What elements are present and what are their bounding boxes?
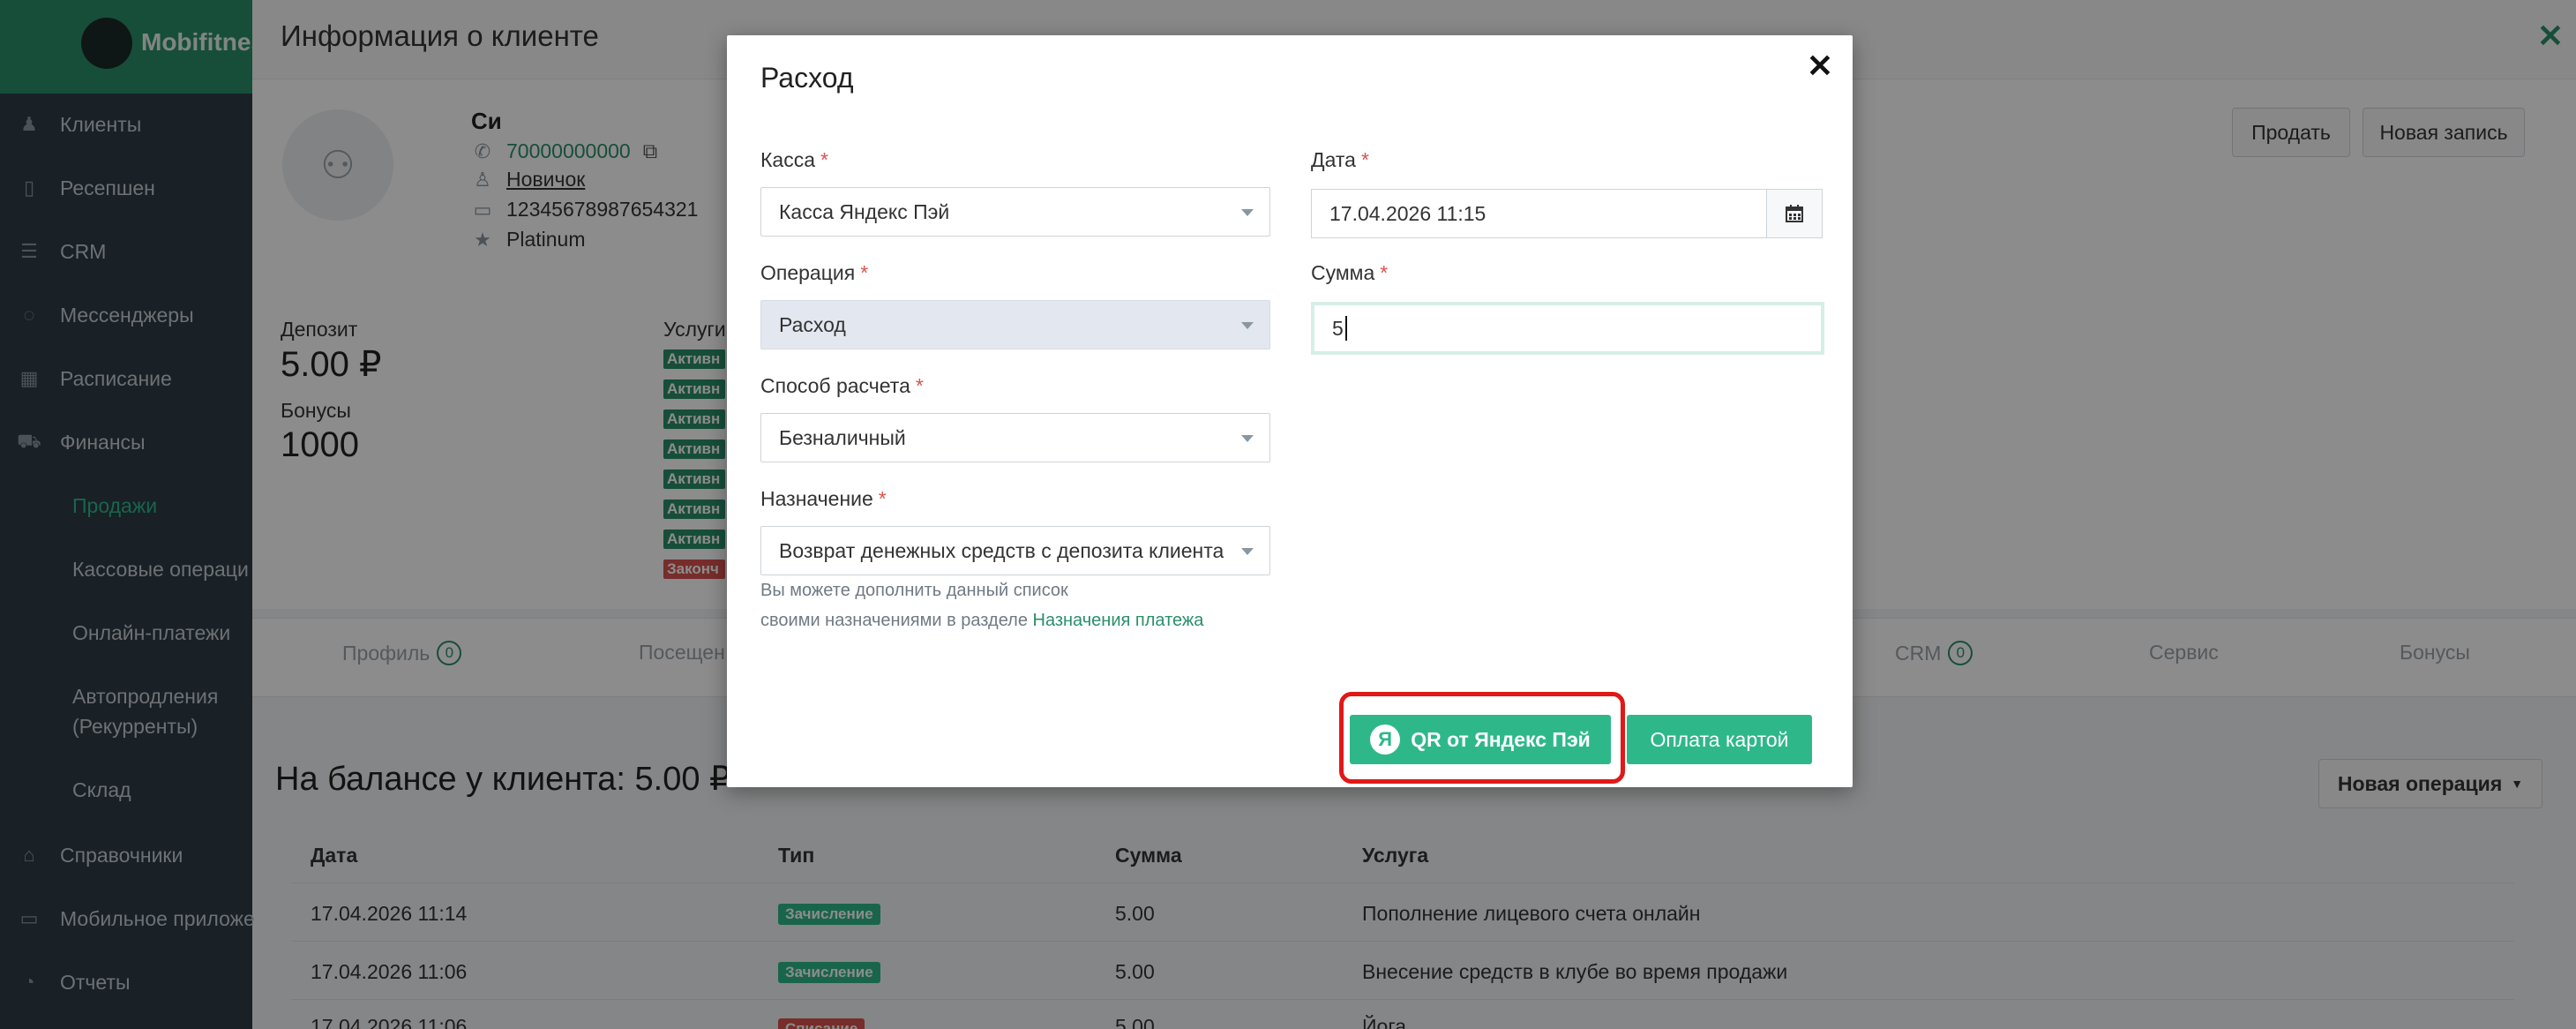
required-mark: * bbox=[1380, 261, 1389, 284]
caret-down-icon bbox=[1241, 322, 1254, 329]
highlight-frame bbox=[1339, 692, 1625, 784]
sum-input[interactable]: 5 bbox=[1311, 302, 1824, 355]
text-cursor bbox=[1344, 316, 1347, 341]
purpose-select[interactable]: Возврат денежных средств с депозита клие… bbox=[760, 526, 1270, 575]
select-value: Касса Яндекс Пэй bbox=[779, 199, 950, 223]
payment-purposes-link[interactable]: Назначения платежа bbox=[1033, 611, 1204, 630]
sum-value: 5 bbox=[1332, 316, 1344, 340]
purpose-label: Назначение * bbox=[760, 487, 887, 511]
label-text: Операция bbox=[760, 261, 856, 284]
caret-down-icon bbox=[1241, 548, 1254, 555]
label-text: Дата bbox=[1311, 148, 1356, 171]
purpose-hint-line1: Вы можете дополнить данный список bbox=[760, 581, 1068, 600]
calendar-icon bbox=[1786, 205, 1803, 222]
label-text: Сумма bbox=[1311, 261, 1375, 284]
required-mark: * bbox=[915, 374, 924, 397]
kassa-select[interactable]: Касса Яндекс Пэй bbox=[760, 187, 1270, 237]
select-value: Безналичный bbox=[779, 425, 906, 449]
select-value: Расход bbox=[779, 312, 846, 336]
label-text: Касса bbox=[760, 148, 815, 171]
payment-method-label: Способ расчета * bbox=[760, 374, 924, 398]
kassa-label: Касса * bbox=[760, 148, 828, 172]
expense-modal: Расход ✕ Касса * Касса Яндекс Пэй Дата * 1… bbox=[727, 35, 1853, 787]
caret-down-icon bbox=[1241, 435, 1254, 442]
required-mark: * bbox=[1360, 148, 1369, 171]
label-text: Назначение bbox=[760, 487, 873, 510]
card-payment-button[interactable]: Оплата картой bbox=[1627, 715, 1812, 764]
operation-label: Операция * bbox=[760, 261, 868, 285]
operation-select: Расход bbox=[760, 300, 1270, 349]
select-value: Возврат денежных средств с депозита клие… bbox=[779, 538, 1224, 562]
purpose-hint-line2: своими назначениями в разделе Назначения… bbox=[760, 611, 1203, 631]
date-label: Дата * bbox=[1311, 148, 1369, 172]
sum-label: Сумма * bbox=[1311, 261, 1388, 285]
hint-text: своими назначениями в разделе bbox=[760, 611, 1033, 630]
required-mark: * bbox=[878, 487, 887, 510]
required-mark: * bbox=[860, 261, 869, 284]
caret-down-icon bbox=[1241, 209, 1254, 216]
close-icon[interactable]: ✕ bbox=[1807, 48, 1833, 85]
date-input[interactable]: 17.04.2026 11:15 bbox=[1311, 189, 1766, 238]
required-mark: * bbox=[820, 148, 828, 171]
calendar-button[interactable] bbox=[1766, 189, 1823, 238]
label-text: Способ расчета bbox=[760, 374, 910, 397]
modal-title: Расход bbox=[760, 62, 854, 94]
payment-method-select[interactable]: Безналичный bbox=[760, 413, 1270, 462]
